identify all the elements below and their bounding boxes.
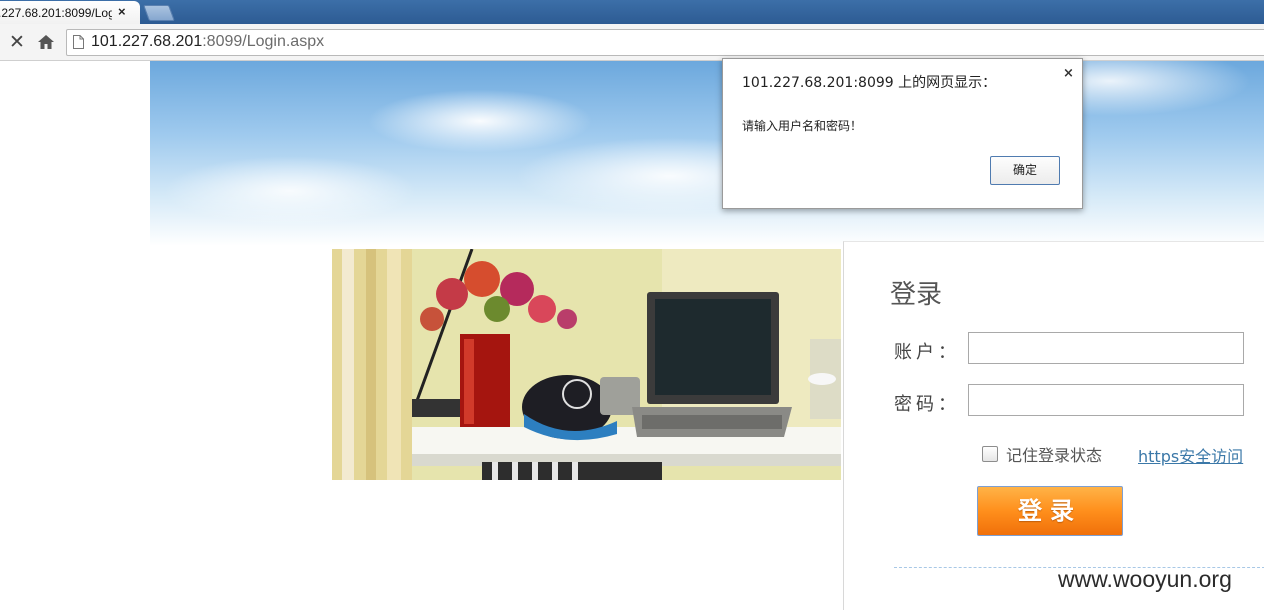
url-host: 101.227.68.201: [91, 33, 203, 50]
password-input[interactable]: [968, 384, 1244, 416]
account-label: 账户：: [894, 342, 960, 363]
password-label: 密码：: [894, 394, 960, 415]
dialog-message: 请输入用户名和密码！: [742, 119, 863, 133]
watermark-text: www.wooyun.org: [1058, 566, 1232, 592]
remember-login-label: 记住登录状态: [1006, 446, 1103, 465]
login-panel: 登录 账户： 密码： 记住登录状态 https安全访问 登录: [843, 241, 1264, 610]
remember-login-row: 记住登录状态: [982, 442, 1102, 466]
tab-title: .227.68.201:8099/Login.aspx: [0, 6, 112, 20]
dialog-ok-button[interactable]: 确定: [990, 156, 1060, 185]
sky-banner: [150, 61, 1264, 246]
https-secure-access-link[interactable]: https安全访问: [1138, 443, 1243, 467]
browser-toolbar: ✕ 101.227.68.201:8099/Login.aspx: [0, 24, 1264, 61]
dialog-close-icon[interactable]: ×: [1063, 66, 1074, 81]
remember-login-checkbox[interactable]: [982, 446, 998, 462]
account-input[interactable]: [968, 332, 1244, 364]
browser-tab-bar: .227.68.201:8099/Login.aspx ×: [0, 0, 1264, 24]
url-text: 101.227.68.201:8099/Login.aspx: [91, 33, 324, 51]
office-photo-illustration: [332, 249, 841, 480]
login-title: 登录: [890, 280, 943, 310]
office-photo: [332, 249, 841, 480]
browser-tab[interactable]: .227.68.201:8099/Login.aspx ×: [0, 1, 140, 24]
address-bar[interactable]: 101.227.68.201:8099/Login.aspx: [66, 29, 1264, 56]
url-path: :8099/Login.aspx: [202, 33, 325, 50]
stop-icon[interactable]: ✕: [9, 31, 25, 53]
alert-dialog: 101.227.68.201:8099 上的网页显示： × 请输入用户名和密码！…: [722, 58, 1083, 209]
page-icon: [73, 35, 84, 49]
login-button[interactable]: 登录: [977, 486, 1123, 536]
tab-close-icon[interactable]: ×: [118, 4, 126, 19]
dialog-title: 101.227.68.201:8099 上的网页显示：: [742, 75, 997, 91]
new-tab-button[interactable]: [143, 5, 175, 21]
home-icon[interactable]: [37, 33, 55, 51]
